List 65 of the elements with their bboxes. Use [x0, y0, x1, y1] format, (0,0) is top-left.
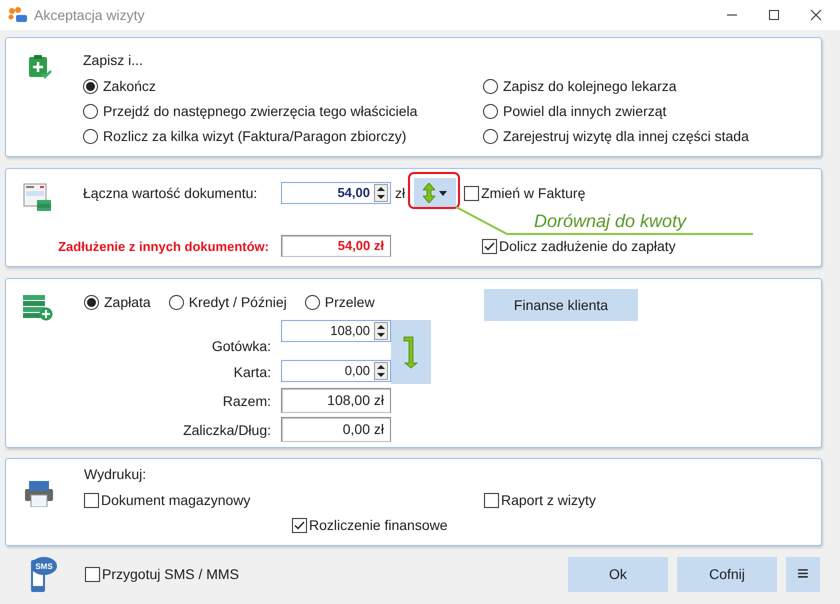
total-field: 108,00 zł — [281, 388, 391, 413]
checkbox-label[interactable]: Dokument magazynowy — [101, 490, 250, 511]
checkbox-label[interactable]: Rozliczenie finansowe — [309, 515, 448, 536]
checkbox[interactable] — [84, 493, 99, 508]
section-heading: Zapisz i... — [83, 51, 144, 70]
checkbox[interactable] — [292, 518, 307, 533]
radio-label[interactable]: Powiel dla innych zwierząt — [503, 101, 666, 122]
field-label: Karta: — [234, 364, 271, 380]
caret-icon — [439, 190, 448, 196]
section-heading: Wydrukuj: — [84, 465, 148, 484]
debt-label: Zadłużenie z innych dokumentów: — [58, 238, 269, 254]
radio-button[interactable] — [483, 129, 498, 144]
checkbox[interactable] — [484, 493, 499, 508]
radio-label[interactable]: Rozlicz za kilka wizyt (Faktura/Paragon zbiorczy) — [103, 126, 406, 147]
spinner-icon[interactable] — [374, 184, 388, 202]
printer-icon — [25, 481, 53, 507]
checkbox[interactable] — [464, 186, 480, 200]
radio-button[interactable] — [83, 129, 98, 144]
field-label: Gotówka: — [212, 338, 271, 354]
total-field: 0,00 zł — [281, 417, 391, 442]
radio-button[interactable] — [84, 294, 99, 310]
spinner-icon[interactable] — [374, 362, 388, 380]
radio-label[interactable]: Zakończ — [103, 76, 156, 97]
checkbox[interactable] — [85, 566, 100, 582]
currency-label: zł — [395, 184, 406, 202]
spinner-icon[interactable] — [374, 322, 388, 340]
maximize-icon[interactable] — [768, 9, 780, 21]
radio-label[interactable]: Zapłata — [104, 292, 151, 312]
field-label: Zaliczka/Dług: — [183, 422, 271, 438]
amount-field[interactable]: 108,00 — [281, 320, 391, 342]
amount-field[interactable]: 0,00 — [281, 360, 391, 382]
adjust-amount-button[interactable] — [414, 178, 456, 208]
close-icon[interactable] — [810, 9, 822, 21]
dialog-button[interactable]: Cofnij — [677, 556, 777, 592]
highlight-frame — [408, 172, 460, 209]
radio-label[interactable]: Kredyt / Później — [188, 292, 287, 312]
money-plus-icon — [23, 293, 53, 321]
checkbox[interactable] — [482, 238, 497, 254]
clipboard-plus-icon — [27, 54, 53, 80]
app-logo-icon — [8, 7, 28, 23]
annotation-text: Dorównaj do kwoty — [534, 210, 686, 233]
dialog-button[interactable]: Ok — [568, 556, 668, 592]
up-down-arrow-icon — [423, 183, 436, 203]
field-label: Razem: — [222, 393, 271, 409]
radio-button[interactable] — [168, 294, 184, 310]
radio-button[interactable] — [483, 104, 498, 119]
checkbox-label[interactable]: Dolicz zadłużenie do zapłaty — [499, 236, 676, 256]
client-finance-button[interactable]: Finanse klienta — [484, 289, 638, 321]
window-title: Akceptacja wizyty — [34, 6, 144, 25]
radio-label[interactable]: Przejdź do następnego zwierzęcia tego właściciela — [103, 101, 418, 122]
menu-button[interactable]: ≡ — [786, 556, 820, 592]
radio-label[interactable]: Zapisz do kolejnego lekarza — [503, 76, 677, 97]
checkbox-label[interactable]: Raport z wizyty — [501, 490, 596, 511]
radio-label[interactable]: Przelew — [324, 292, 375, 312]
amount-field[interactable]: 54,00 — [281, 182, 391, 204]
invoice-money-icon — [23, 182, 53, 212]
radio-label[interactable]: Zarejestruj wizytę dla innej części stada — [503, 126, 749, 147]
radio-button[interactable] — [83, 104, 98, 119]
checkbox-label[interactable]: Zmień w Fakturę — [481, 182, 586, 204]
debt-field: 54,00 zł — [281, 235, 391, 257]
radio-button[interactable] — [83, 79, 98, 94]
radio-button[interactable] — [304, 294, 320, 310]
checkbox-label[interactable]: Przygotuj SMS / MMS — [102, 564, 239, 584]
radio-button[interactable] — [483, 79, 498, 94]
field-label: Łączna wartość dokumentu: — [83, 184, 258, 200]
